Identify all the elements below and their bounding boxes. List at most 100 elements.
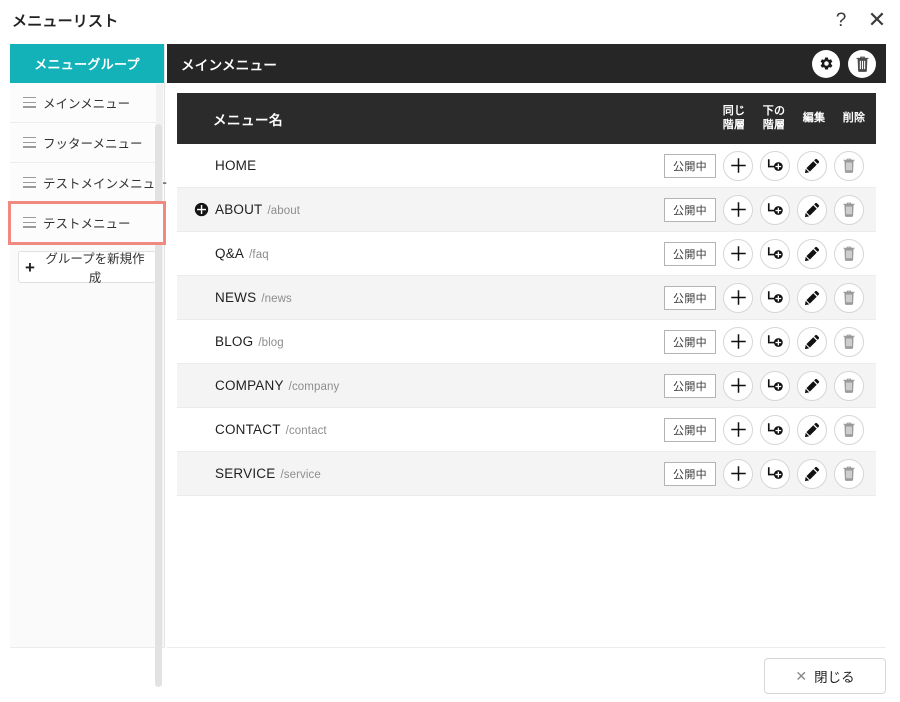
add-sub-level-button[interactable] <box>760 282 790 313</box>
delete-button[interactable] <box>834 458 864 489</box>
add-sub-level-button[interactable] <box>760 194 790 225</box>
gear-icon <box>820 57 832 70</box>
status-badge[interactable]: 公開中 <box>664 153 716 178</box>
menu-item-label: COMPANY/company <box>213 378 664 393</box>
add-sub-level-button[interactable] <box>760 238 790 269</box>
add-same-level-button[interactable] <box>723 370 753 401</box>
trash-icon <box>843 466 855 481</box>
status-badge[interactable]: 公開中 <box>664 285 716 310</box>
trash-icon <box>843 290 855 305</box>
menu-item-label: NEWS/news <box>213 290 664 305</box>
delete-button[interactable] <box>834 238 864 269</box>
menu-item-label: ABOUT/about <box>213 202 664 217</box>
menu-item-label: CONTACT/contact <box>213 422 664 437</box>
edit-button[interactable] <box>797 370 827 401</box>
hamburger-handle-icon[interactable] <box>23 137 36 148</box>
add-same-level-button[interactable] <box>723 282 753 313</box>
table-row[interactable]: Q&A/faq 公開中 <box>177 232 876 276</box>
add-same-level-button[interactable] <box>723 326 753 357</box>
trash-icon <box>843 158 855 173</box>
table-row[interactable]: BLOG/blog 公開中 <box>177 320 876 364</box>
expand-node-icon[interactable] <box>189 202 213 217</box>
row-actions: 公開中 <box>664 458 876 489</box>
row-actions: 公開中 <box>664 282 876 313</box>
status-badge[interactable]: 公開中 <box>664 417 716 442</box>
edit-button[interactable] <box>797 458 827 489</box>
sidebar-item-label: フッターメニュー <box>43 137 143 151</box>
close-icon[interactable]: ✕ <box>866 8 888 32</box>
delete-group-button[interactable] <box>848 49 876 78</box>
add-sub-level-button[interactable] <box>760 150 790 181</box>
dialog-titlebar: メニューリスト ? ✕ <box>0 0 900 44</box>
add-sub-level-button[interactable] <box>760 370 790 401</box>
settings-button[interactable] <box>812 49 840 78</box>
sidebar-item-footer-menu[interactable]: フッターメニュー <box>10 123 164 163</box>
hamburger-handle-icon[interactable] <box>23 97 36 108</box>
main-panel-title: メインメニュー <box>181 57 278 73</box>
trash-icon <box>843 334 855 349</box>
sidebar-item-test-main-menu[interactable]: テストメインメニュー <box>10 163 168 203</box>
menu-item-path: /contact <box>285 425 327 437</box>
plus-icon <box>730 378 746 393</box>
menu-list-dialog: メニューリスト ? ✕ メニューグループ メインメニュー フッターメニュー テス… <box>0 0 900 702</box>
edit-button[interactable] <box>797 238 827 269</box>
table-header-row: メニュー名 同じ 階層 下の 階層 編集 削除 <box>177 93 876 144</box>
row-actions: 公開中 <box>664 150 876 181</box>
delete-button[interactable] <box>834 194 864 225</box>
help-icon[interactable]: ? <box>830 8 852 32</box>
add-sub-level-button[interactable] <box>760 414 790 445</box>
status-badge[interactable]: 公開中 <box>664 461 716 486</box>
sidebar-scrollbar-track[interactable] <box>155 84 163 687</box>
table-row[interactable]: COMPANY/company 公開中 <box>177 364 876 408</box>
hamburger-handle-icon[interactable] <box>23 177 36 188</box>
menu-item-label: HOME <box>213 158 664 173</box>
table-row[interactable]: NEWS/news 公開中 <box>177 276 876 320</box>
trash-icon <box>843 202 855 217</box>
delete-button[interactable] <box>834 370 864 401</box>
delete-button[interactable] <box>834 414 864 445</box>
delete-button[interactable] <box>834 326 864 357</box>
pencil-icon <box>804 158 820 173</box>
column-header-same-level: 同じ 階層 <box>722 104 746 131</box>
edit-button[interactable] <box>797 150 827 181</box>
pencil-icon <box>804 246 820 261</box>
edit-button[interactable] <box>797 194 827 225</box>
dialog-footer: ✕ 閉じる <box>0 648 900 702</box>
delete-button[interactable] <box>834 150 864 181</box>
menu-item-label: SERVICE/service <box>213 466 664 481</box>
table-body: HOME 公開中 ABOUT/about 公開中 Q&A/faq 公開中 NEWS/news… <box>177 144 876 496</box>
edit-button[interactable] <box>797 282 827 313</box>
hamburger-handle-icon[interactable] <box>23 217 36 228</box>
table-row[interactable]: SERVICE/service 公開中 <box>177 452 876 496</box>
plus-icon <box>730 422 746 437</box>
sidebar-item-test-menu[interactable]: テストメニュー <box>8 201 166 245</box>
main-panel: メインメニュー メニュー名 同じ 階層 下の 階層 編集 削除 HOME 公開中… <box>167 44 886 648</box>
add-sub-level-button[interactable] <box>760 458 790 489</box>
menu-item-title: CONTACT <box>215 422 281 437</box>
status-badge[interactable]: 公開中 <box>664 241 716 266</box>
column-header-delete: 削除 <box>842 111 866 124</box>
sidebar-item-main-menu[interactable]: メインメニュー <box>10 83 164 123</box>
add-child-level-icon <box>767 466 783 479</box>
add-same-level-button[interactable] <box>723 150 753 181</box>
edit-button[interactable] <box>797 414 827 445</box>
status-badge[interactable]: 公開中 <box>664 329 716 354</box>
add-same-level-button[interactable] <box>723 238 753 269</box>
edit-button[interactable] <box>797 326 827 357</box>
table-row[interactable]: HOME 公開中 <box>177 144 876 188</box>
add-same-level-button[interactable] <box>723 194 753 225</box>
add-group-button[interactable]: + グループを新規作成 <box>18 251 156 285</box>
add-same-level-button[interactable] <box>723 414 753 445</box>
main-panel-header: メインメニュー <box>167 44 886 83</box>
menu-table: メニュー名 同じ 階層 下の 階層 編集 削除 HOME 公開中 ABOUT/abo… <box>177 93 876 496</box>
status-badge[interactable]: 公開中 <box>664 197 716 222</box>
delete-button[interactable] <box>834 282 864 313</box>
table-row[interactable]: CONTACT/contact 公開中 <box>177 408 876 452</box>
add-child-level-icon <box>767 334 783 347</box>
close-dialog-button[interactable]: ✕ 閉じる <box>764 658 886 694</box>
add-sub-level-button[interactable] <box>760 326 790 357</box>
status-badge[interactable]: 公開中 <box>664 373 716 398</box>
add-same-level-button[interactable] <box>723 458 753 489</box>
table-row[interactable]: ABOUT/about 公開中 <box>177 188 876 232</box>
close-x-icon: ✕ <box>795 668 808 684</box>
